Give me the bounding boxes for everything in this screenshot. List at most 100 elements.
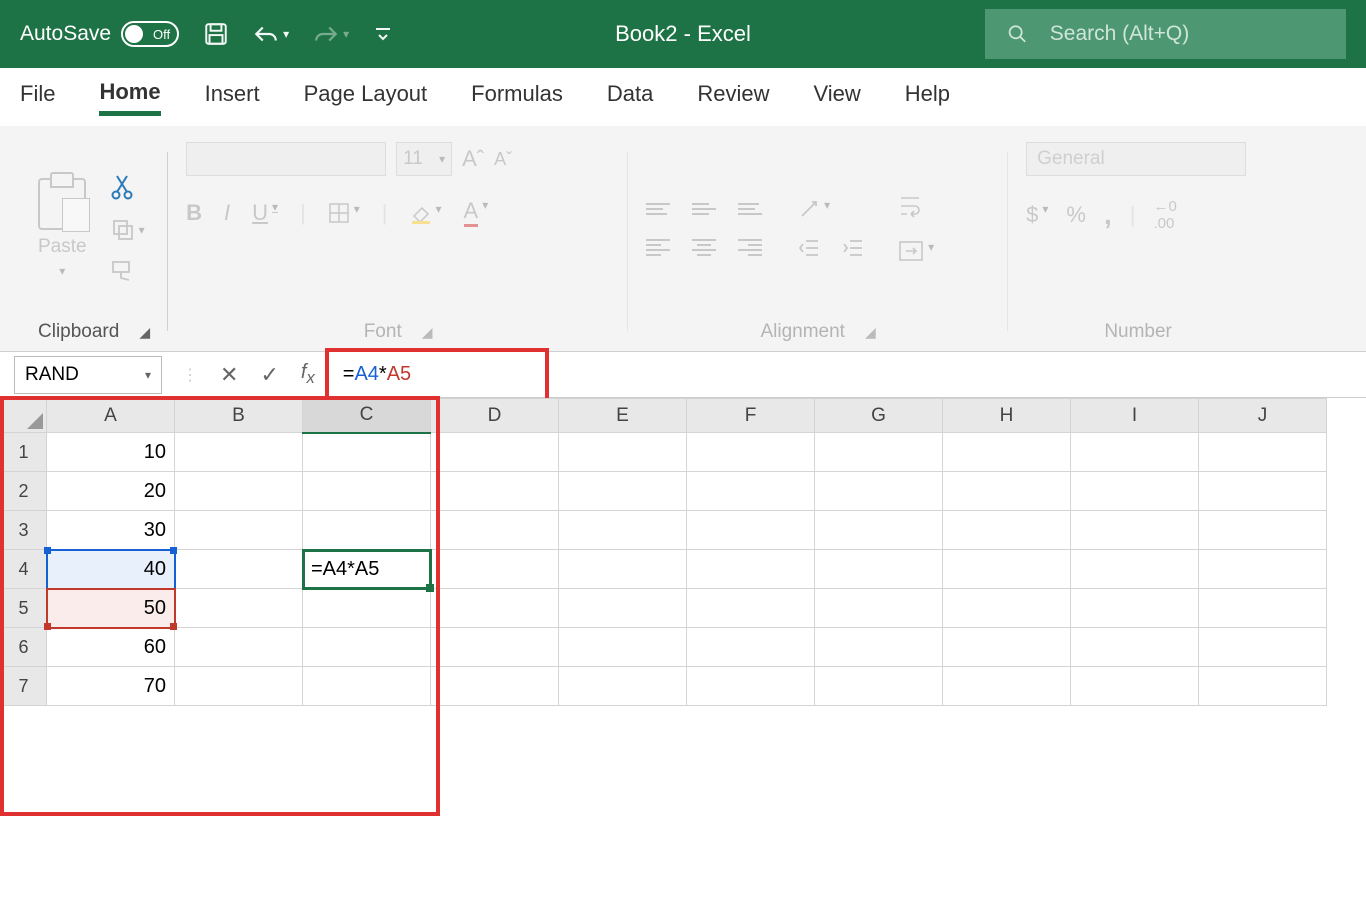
merge-button[interactable]: ▾ [898, 240, 934, 262]
cell[interactable] [303, 511, 431, 550]
tab-help[interactable]: Help [905, 81, 950, 113]
cancel-formula-icon[interactable]: ✕ [220, 362, 238, 388]
tab-view[interactable]: View [813, 81, 860, 113]
cell[interactable] [815, 628, 943, 667]
tab-data[interactable]: Data [607, 81, 653, 113]
cell[interactable] [431, 667, 559, 706]
cell[interactable] [431, 550, 559, 589]
cell[interactable] [1071, 550, 1199, 589]
row-header[interactable]: 2 [1, 472, 47, 511]
col-header[interactable]: J [1199, 399, 1327, 433]
row-header[interactable]: 1 [1, 433, 47, 472]
col-header[interactable]: E [559, 399, 687, 433]
font-size-select[interactable]: 11▾ [396, 142, 452, 176]
tab-home[interactable]: Home [99, 79, 160, 116]
col-header[interactable]: H [943, 399, 1071, 433]
orientation-button[interactable]: ▾ [798, 198, 830, 220]
align-top-icon[interactable] [646, 203, 670, 215]
increase-decimal-icon[interactable]: ←0.00 [1153, 198, 1176, 232]
row-header[interactable]: 6 [1, 628, 47, 667]
wrap-text-icon[interactable] [898, 194, 934, 218]
alignment-launcher[interactable]: ◢ [865, 324, 876, 341]
toggle-switch[interactable]: Off [121, 21, 179, 47]
cell[interactable] [1199, 472, 1327, 511]
autosave-toggle[interactable]: AutoSave Off [20, 21, 179, 47]
cell[interactable] [1199, 628, 1327, 667]
customize-qat-icon[interactable] [373, 24, 393, 44]
cell[interactable] [815, 589, 943, 628]
decrease-font-icon[interactable]: Aˇ [494, 149, 512, 170]
cell[interactable] [1071, 628, 1199, 667]
insert-function-icon[interactable]: fx [301, 361, 315, 388]
increase-font-icon[interactable]: Aˆ [462, 146, 484, 172]
cell[interactable] [559, 433, 687, 472]
save-icon[interactable] [203, 21, 229, 47]
tab-insert[interactable]: Insert [205, 81, 260, 113]
cell[interactable] [687, 433, 815, 472]
col-header[interactable]: A [47, 399, 175, 433]
cell[interactable] [175, 628, 303, 667]
cell[interactable] [1199, 667, 1327, 706]
col-header[interactable]: D [431, 399, 559, 433]
increase-indent-icon[interactable] [842, 238, 864, 258]
cell[interactable] [943, 628, 1071, 667]
italic-button[interactable]: I [224, 200, 230, 226]
percent-button[interactable]: % [1066, 202, 1086, 228]
cell[interactable] [175, 667, 303, 706]
cell[interactable] [1199, 589, 1327, 628]
font-launcher[interactable]: ◢ [422, 324, 433, 341]
cell[interactable] [687, 667, 815, 706]
search-bar[interactable] [985, 9, 1346, 59]
cell[interactable] [175, 472, 303, 511]
borders-button[interactable]: ▾ [328, 202, 360, 224]
cell[interactable] [431, 511, 559, 550]
cell[interactable] [943, 550, 1071, 589]
cell[interactable]: 50 [47, 589, 175, 628]
paste-button[interactable]: Paste [38, 236, 87, 258]
col-header[interactable]: C [303, 399, 431, 433]
cell[interactable]: 70 [47, 667, 175, 706]
row-header[interactable]: 7 [1, 667, 47, 706]
cell[interactable] [687, 550, 815, 589]
cell[interactable] [815, 511, 943, 550]
cell[interactable] [687, 472, 815, 511]
cell[interactable]: 10 [47, 433, 175, 472]
cell[interactable] [687, 628, 815, 667]
tab-review[interactable]: Review [697, 81, 769, 113]
align-right-icon[interactable] [738, 239, 762, 256]
cell[interactable] [815, 472, 943, 511]
cell[interactable] [559, 667, 687, 706]
cell[interactable] [559, 589, 687, 628]
number-format-select[interactable]: General [1026, 142, 1246, 176]
align-bottom-icon[interactable] [738, 203, 762, 215]
cell[interactable] [175, 433, 303, 472]
cell[interactable] [1071, 433, 1199, 472]
cell[interactable] [559, 472, 687, 511]
cut-icon[interactable] [111, 174, 133, 200]
cell[interactable] [1199, 433, 1327, 472]
paste-icon[interactable] [38, 178, 86, 230]
cell-active[interactable]: =A4*A5 [303, 550, 431, 589]
cell[interactable] [943, 472, 1071, 511]
cell[interactable]: 60 [47, 628, 175, 667]
cell[interactable] [175, 550, 303, 589]
undo-icon[interactable]: ▾ [253, 23, 289, 45]
name-box[interactable]: RAND ▾ [14, 356, 162, 394]
fill-color-button[interactable]: ▾ [410, 202, 442, 224]
align-middle-icon[interactable] [692, 203, 716, 215]
row-header[interactable]: 5 [1, 589, 47, 628]
align-left-icon[interactable] [646, 239, 670, 256]
currency-button[interactable]: $▾ [1026, 202, 1048, 228]
cell[interactable] [943, 667, 1071, 706]
copy-button[interactable]: ▾ [111, 218, 145, 242]
tab-file[interactable]: File [20, 81, 55, 113]
cell[interactable] [1071, 589, 1199, 628]
cell[interactable] [431, 589, 559, 628]
cell[interactable] [175, 589, 303, 628]
tab-page-layout[interactable]: Page Layout [304, 81, 428, 113]
search-input[interactable] [1050, 22, 1324, 46]
cell[interactable] [1199, 550, 1327, 589]
col-header[interactable]: F [687, 399, 815, 433]
cell[interactable]: 30 [47, 511, 175, 550]
cell[interactable] [559, 550, 687, 589]
